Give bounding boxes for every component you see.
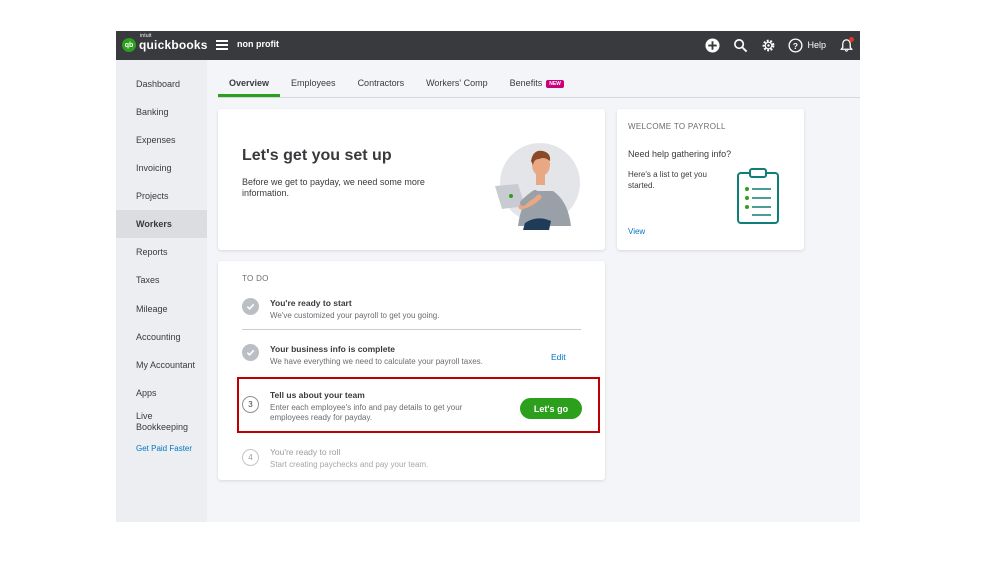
sidebar-item-get-paid-faster[interactable]: Get Paid Faster [116,443,207,454]
tab-contractors-label: Contractors [357,78,405,88]
welcome-question: Need help gathering info? [628,149,732,159]
top-bar: qb intuit quickbooks non profit ? Help [116,31,860,60]
quickbooks-app: qb intuit quickbooks non profit ? Help D… [116,31,860,522]
step-description: We have everything we need to calculate … [270,357,483,366]
todo-card: TO DO You're ready to start We've custom… [218,261,605,480]
quickbooks-logo[interactable]: qb intuit quickbooks [122,33,208,52]
welcome-heading: WELCOME TO PAYROLL [628,122,726,131]
step-title: You're ready to roll [270,447,341,457]
setup-card: Let's get you set up Before we get to pa… [218,109,605,250]
view-link[interactable]: View [628,227,645,236]
help-label: Help [807,40,826,50]
setup-subtitle: Before we get to payday, we need some mo… [242,177,425,198]
divider [242,329,581,330]
search-icon[interactable] [732,37,748,53]
tab-workers-comp[interactable]: Workers' Comp [415,71,499,97]
sidebar-item-expenses[interactable]: Expenses [116,135,207,146]
gear-icon[interactable] [760,37,776,53]
clipboard-icon [737,168,779,224]
sidebar-item-apps[interactable]: Apps [116,388,207,399]
menu-icon[interactable] [216,40,228,50]
help-icon[interactable]: ? Help [788,37,826,53]
bell-icon[interactable] [838,37,854,53]
welcome-text: Here's a list to get you started. [628,170,707,190]
company-name: non profit [237,39,279,49]
svg-text:?: ? [793,40,798,50]
checkmark-icon [242,298,259,315]
tab-employees-label: Employees [291,78,336,88]
step-number-4: 4 [242,449,259,466]
step-title: Your business info is complete [270,344,396,354]
todo-heading: TO DO [242,274,269,283]
step-title: You're ready to start [270,298,352,308]
step-description: Start creating paychecks and pay your te… [270,460,429,469]
tab-contractors[interactable]: Contractors [347,71,416,97]
intuit-label: intuit [140,33,152,39]
setup-title: Let's get you set up [242,147,392,164]
tab-benefits-label: Benefits [509,78,543,88]
welcome-card: WELCOME TO PAYROLL Need help gathering i… [617,109,804,250]
sidebar-item-reports[interactable]: Reports [116,247,207,258]
tab-overview-label: Overview [229,78,270,88]
sidebar-item-workers[interactable]: Workers [116,210,207,238]
tab-employees[interactable]: Employees [280,71,347,97]
highlight-box [237,377,600,433]
sidebar-item-projects[interactable]: Projects [116,191,207,202]
checkmark-icon [242,344,259,361]
sidebar-item-banking[interactable]: Banking [116,107,207,118]
sidebar-item-live-bookkeeping[interactable]: Live Bookkeeping [116,411,196,433]
qb-logo-icon: qb [122,38,136,52]
notification-dot [849,37,854,42]
tab-benefits[interactable]: Benefits NEW [499,71,575,97]
workers-tabs: Overview Employees Contractors Workers' … [218,71,860,98]
sidebar-item-invoicing[interactable]: Invoicing [116,163,207,174]
edit-link[interactable]: Edit [551,352,566,362]
sidebar-item-accounting[interactable]: Accounting [116,332,207,343]
tab-workers-comp-label: Workers' Comp [426,78,488,88]
person-laptop-illustration [495,143,580,230]
sidebar-item-dashboard[interactable]: Dashboard [116,79,207,90]
sidebar-item-taxes[interactable]: Taxes [116,275,207,286]
logo-text: quickbooks [139,38,208,52]
tab-overview[interactable]: Overview [218,71,281,97]
sidebar-item-mileage[interactable]: Mileage [116,304,207,315]
step-description: We've customized your payroll to get you… [270,311,440,320]
top-icons: ? Help [692,37,854,53]
new-badge: NEW [546,80,564,88]
sidebar: Dashboard Banking Expenses Invoicing Pro… [116,60,207,522]
plus-icon[interactable] [704,37,720,53]
sidebar-item-my-accountant[interactable]: My Accountant [116,360,207,371]
